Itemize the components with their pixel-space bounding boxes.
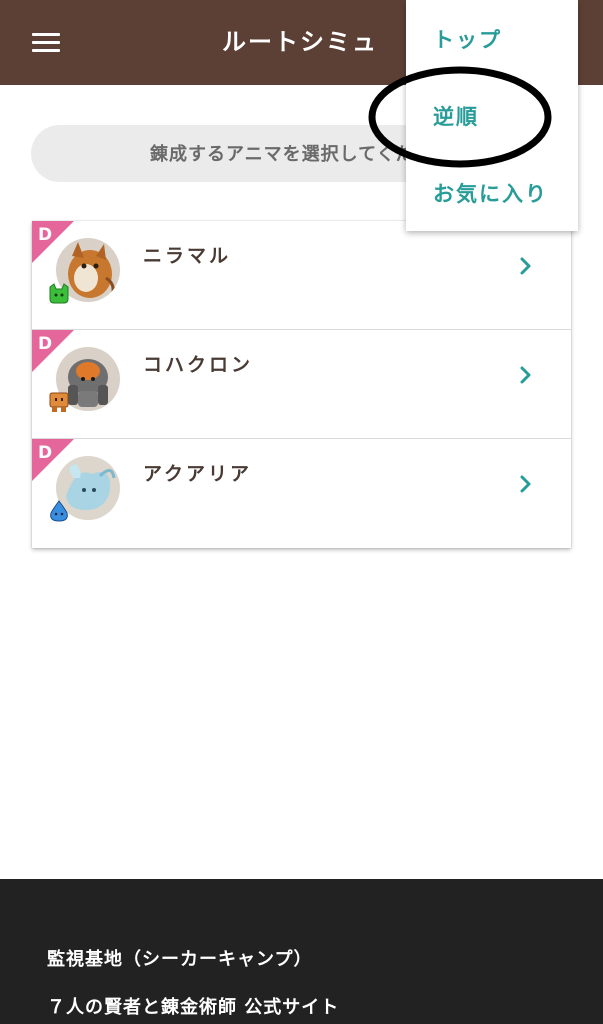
hamburger-line — [32, 33, 60, 36]
menu-item-top[interactable]: トップ — [433, 24, 502, 54]
rank-label: D — [38, 443, 53, 463]
green-cat-attribute-icon — [49, 283, 69, 304]
hamburger-menu-icon[interactable] — [32, 33, 60, 53]
dropdown-menu: トップ 逆順 お気に入り — [406, 0, 578, 231]
rank-label: D — [38, 225, 53, 245]
list-item-niramaru[interactable]: D ニラマル — [32, 221, 571, 330]
menu-item-reverse-order[interactable]: 逆順 — [433, 101, 479, 131]
hamburger-line — [32, 41, 60, 44]
page-title: ルートシミュ — [222, 28, 378, 56]
hamburger-line — [32, 49, 60, 52]
anima-list: D ニラマル D コハクロン D アクアリア — [32, 221, 571, 548]
orange-block-attribute-icon — [49, 392, 69, 412]
chevron-right-icon — [520, 366, 531, 384]
menu-item-favorites[interactable]: お気に入り — [433, 178, 548, 208]
list-item-kohakuron[interactable]: D コハクロン — [32, 330, 571, 439]
anima-name: ニラマル — [143, 245, 232, 267]
footer-link-seeker-camp[interactable]: 監視基地（シーカーキャンプ） — [47, 945, 312, 971]
anima-name: アクアリア — [143, 463, 253, 485]
anima-name: コハクロン — [143, 354, 254, 376]
rank-label: D — [38, 334, 53, 354]
list-item-akuaria[interactable]: D アクアリア — [32, 439, 571, 548]
blue-drop-attribute-icon — [50, 500, 68, 522]
footer-link-official-site[interactable]: ７人の賢者と錬金術師 公式サイト — [47, 993, 339, 1019]
footer: 監視基地（シーカーキャンプ） ７人の賢者と錬金術師 公式サイト — [0, 879, 603, 1024]
chevron-right-icon — [520, 257, 531, 275]
chevron-right-icon — [520, 475, 531, 493]
